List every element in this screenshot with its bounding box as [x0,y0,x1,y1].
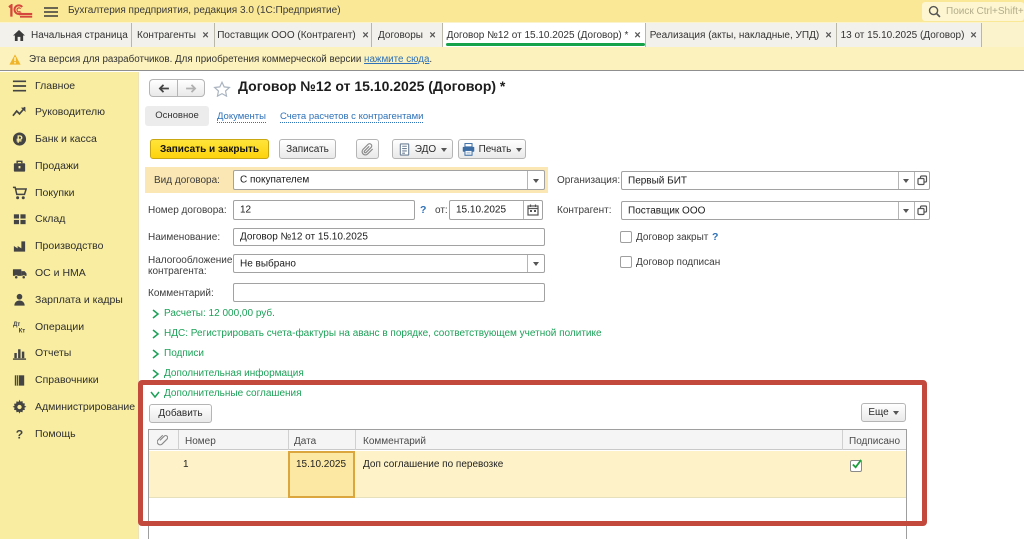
svg-text:?: ? [16,427,23,441]
svg-text:₽: ₽ [17,134,23,144]
svg-text:Кт: Кт [19,327,26,334]
